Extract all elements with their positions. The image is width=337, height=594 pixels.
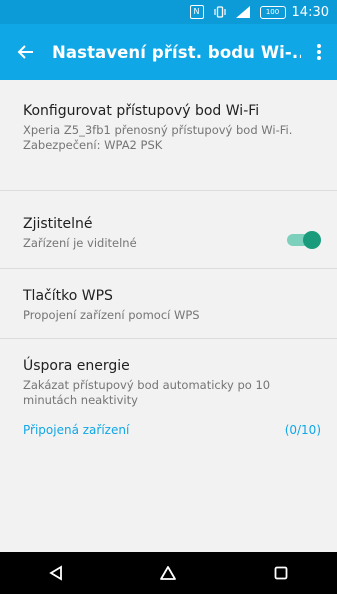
connected-devices-row[interactable]: Připojená zařízení (0/10) <box>23 423 321 437</box>
discoverable-toggle[interactable] <box>287 231 321 249</box>
nav-bar <box>0 552 337 594</box>
divider <box>0 338 337 339</box>
setting-power-saving[interactable]: Úspora energie Zakázat přístupový bod au… <box>23 357 321 408</box>
status-time: 14:30 <box>291 4 329 20</box>
setting-subtitle: Xperia Z5_3fb1 přenosný přístupový bod W… <box>23 123 293 137</box>
arrow-left-icon[interactable] <box>0 24 52 80</box>
setting-wps-button[interactable]: Tlačítko WPS Propojení zařízení pomocí W… <box>23 287 321 323</box>
setting-subtitle: Zakázat přístupový bod automaticky po 10… <box>23 378 271 407</box>
settings-list: Konfigurovat přístupový bod Wi-Fi Xperia… <box>0 80 337 552</box>
toggle-thumb <box>303 231 321 249</box>
status-bar: N 100 14:30 <box>0 0 337 24</box>
divider <box>0 190 337 191</box>
setting-title: Zjistitelné <box>23 216 93 232</box>
home-icon[interactable] <box>144 552 192 594</box>
back-triangle-icon[interactable] <box>32 552 80 594</box>
connected-devices-count: (0/10) <box>284 423 321 437</box>
page-title: Nastavení příst. bodu Wi-... <box>52 42 301 62</box>
setting-subtitle: Zařízení je viditelné <box>23 236 137 250</box>
setting-security: Zabezpečení: WPA2 PSK <box>23 138 163 152</box>
setting-subtitle: Propojení zařízení pomocí WPS <box>23 308 200 322</box>
signal-icon <box>235 6 250 18</box>
more-vertical-icon[interactable] <box>301 24 337 80</box>
divider <box>0 268 337 269</box>
battery-level: 100 <box>265 7 280 16</box>
nfc-icon: N <box>189 5 204 19</box>
setting-title: Konfigurovat přístupový bod Wi-Fi <box>23 103 260 119</box>
recents-icon[interactable] <box>257 552 305 594</box>
connected-devices-label: Připojená zařízení <box>23 423 130 437</box>
setting-configure-hotspot[interactable]: Konfigurovat přístupový bod Wi-Fi Xperia… <box>23 102 321 153</box>
setting-title: Tlačítko WPS <box>23 288 113 304</box>
setting-title: Úspora energie <box>23 358 130 374</box>
app-bar: Nastavení příst. bodu Wi-... <box>0 24 337 80</box>
vibrate-icon <box>213 6 226 18</box>
battery-icon: 100 <box>259 5 286 19</box>
setting-discoverable[interactable]: Zjistitelné Zařízení je viditelné <box>23 215 277 251</box>
